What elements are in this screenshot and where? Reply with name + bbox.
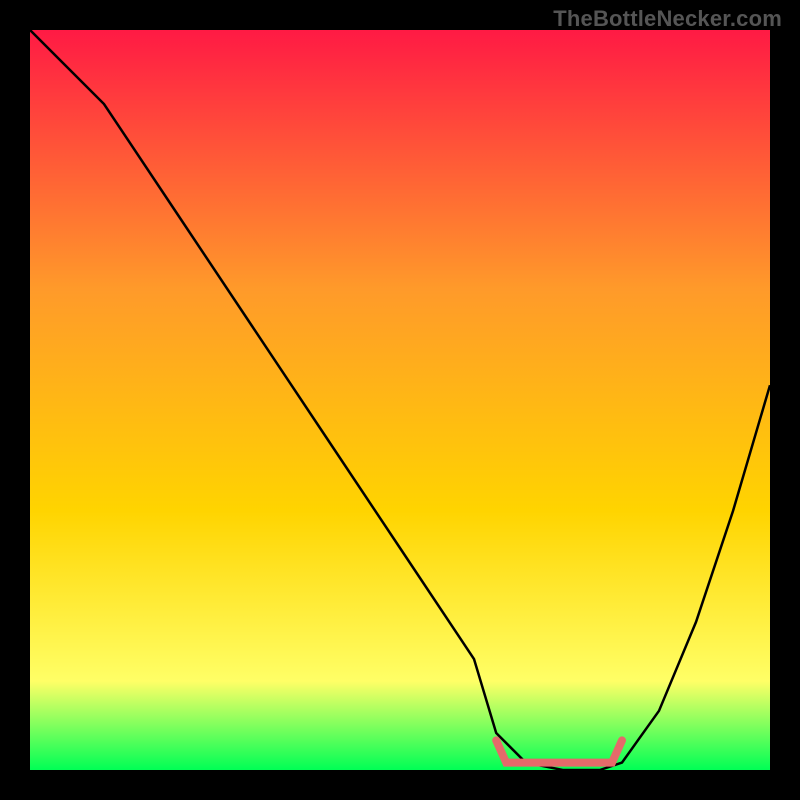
watermark-text: TheBottleNecker.com (553, 6, 782, 32)
chart-container (30, 30, 770, 770)
gradient-background (30, 30, 770, 770)
bottleneck-chart (30, 30, 770, 770)
